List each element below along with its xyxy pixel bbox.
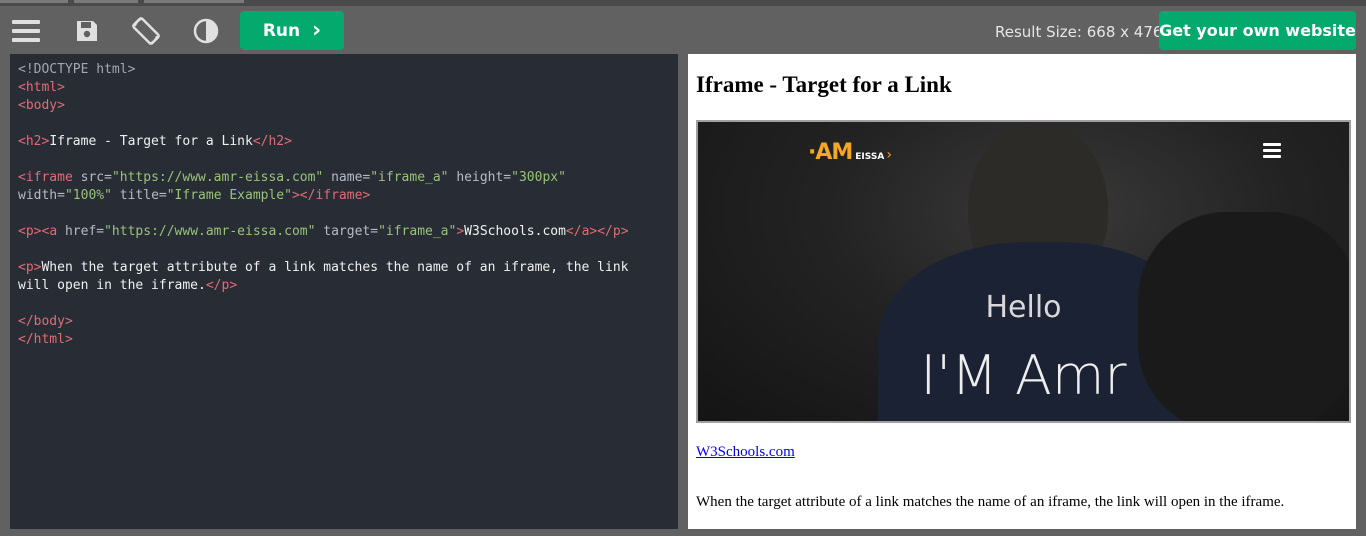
result-size-label: Result Size: 668 x 476: [995, 23, 1163, 41]
attr-name: src=: [72, 170, 112, 185]
code-line: </html>: [18, 331, 670, 349]
bracket: >: [229, 278, 238, 293]
hero-greeting: Hello: [985, 290, 1062, 325]
hero-name: I'M Amr: [920, 344, 1127, 407]
hamburger-menu-icon[interactable]: [1263, 143, 1281, 159]
tag-name: iframe: [25, 170, 73, 185]
attr-value: "Iframe Example": [166, 188, 292, 203]
bracket: >: [284, 134, 292, 149]
result-heading: Iframe - Target for a Link: [696, 72, 952, 97]
attr-value: "300px": [511, 170, 566, 185]
contrast-icon[interactable]: [191, 16, 221, 46]
bracket: >: [362, 188, 371, 203]
save-icon[interactable]: [72, 16, 102, 46]
bracket: </: [565, 224, 582, 239]
doctype: <!DOCTYPE html>: [18, 62, 136, 77]
code-text: W3Schools.com: [464, 224, 566, 239]
bracket: </: [597, 224, 613, 239]
toolbar: Run › Result Size: 668 x 476 Get your ow…: [0, 6, 1366, 54]
tab-stub: [74, 0, 138, 3]
tag-name: a: [49, 224, 58, 239]
attr-name: name=: [323, 170, 371, 185]
tag-name: h2: [25, 134, 42, 149]
tag-name: html: [33, 332, 65, 347]
bracket: </: [18, 332, 34, 347]
bracket: >: [57, 98, 65, 113]
result-panel: Iframe - Target for a Link ·AM EISSA › H…: [688, 54, 1356, 529]
tag-name: iframe: [315, 188, 363, 203]
bracket: </: [18, 314, 34, 329]
bracket: >: [456, 224, 465, 239]
code-line: will open in the iframe.</p>: [18, 277, 670, 295]
bracket: >: [620, 224, 629, 239]
code-line: <!DOCTYPE html>: [18, 61, 670, 79]
logo-mark: ·AM: [808, 140, 853, 165]
bracket: >: [64, 314, 73, 329]
attr-name: height=: [448, 170, 512, 185]
tag-name: h2: [268, 134, 285, 149]
chevron-right-icon: ›: [886, 147, 892, 163]
code-text: When the target attribute of a link matc…: [41, 260, 629, 275]
code-editor[interactable]: <!DOCTYPE html> <html> <body> <h2>Iframe…: [10, 54, 678, 529]
code-line: <body>: [18, 97, 670, 115]
get-own-website-button[interactable]: Get your own website: [1159, 11, 1356, 50]
logo-text: EISSA: [855, 152, 885, 162]
result-paragraph: When the target attribute of a link matc…: [696, 494, 1285, 510]
w3schools-link[interactable]: W3Schools.com: [696, 444, 795, 461]
bracket: <: [18, 260, 26, 275]
bracket: </: [252, 134, 269, 149]
attr-value: "iframe_a": [370, 170, 449, 185]
attr-value: "iframe_a": [378, 224, 457, 239]
bracket: <: [18, 80, 26, 95]
bracket: </: [299, 188, 316, 203]
code-text: Iframe - Target for a Link: [49, 134, 253, 149]
bracket: <: [18, 224, 26, 239]
code-line: <html>: [18, 79, 670, 97]
tag-name: p: [25, 260, 34, 275]
attr-value: "https://www.amr-eissa.com": [111, 170, 324, 185]
bracket: </: [205, 278, 222, 293]
code-line: </body>: [18, 313, 670, 331]
tag-name: p: [25, 224, 34, 239]
code-line: width="100%" title="Iframe Example"></if…: [18, 187, 670, 205]
run-label: Run: [262, 20, 301, 41]
tag-name: html: [25, 80, 58, 95]
attr-name: href=: [57, 224, 105, 239]
site-logo[interactable]: ·AM EISSA ›: [808, 140, 892, 165]
tag-name: body: [25, 98, 58, 113]
code-text: will open in the iframe.: [18, 278, 206, 293]
bracket: >: [64, 332, 73, 347]
code-line: <h2>Iframe - Target for a Link</h2>: [18, 133, 670, 151]
code-line: <p><a href="https://www.amr-eissa.com" t…: [18, 223, 670, 241]
bracket: <: [18, 98, 26, 113]
tab-stub: [0, 0, 68, 3]
tag-name: p: [612, 224, 621, 239]
chevron-right-icon: ›: [312, 17, 322, 43]
attr-name: width=: [18, 188, 65, 203]
code-line: <iframe src="https://www.amr-eissa.com" …: [18, 169, 670, 187]
attr-value: "100%": [64, 188, 112, 203]
menu-icon[interactable]: [11, 16, 41, 46]
run-button[interactable]: Run ›: [240, 11, 344, 50]
attr-value: "https://www.amr-eissa.com": [104, 224, 316, 239]
bracket: >: [291, 188, 300, 203]
attr-name: target=: [315, 224, 379, 239]
code-line: <p>When the target attribute of a link m…: [18, 259, 670, 277]
attr-name: title=: [111, 188, 167, 203]
bracket: <: [18, 170, 26, 185]
tag-name: body: [33, 314, 65, 329]
tab-stub: [144, 0, 244, 3]
rotate-icon[interactable]: [131, 16, 161, 46]
bracket: >: [57, 80, 65, 95]
bracket: <: [18, 134, 26, 149]
iframe-preview[interactable]: ·AM EISSA › Hello I'M Amr: [696, 120, 1351, 423]
